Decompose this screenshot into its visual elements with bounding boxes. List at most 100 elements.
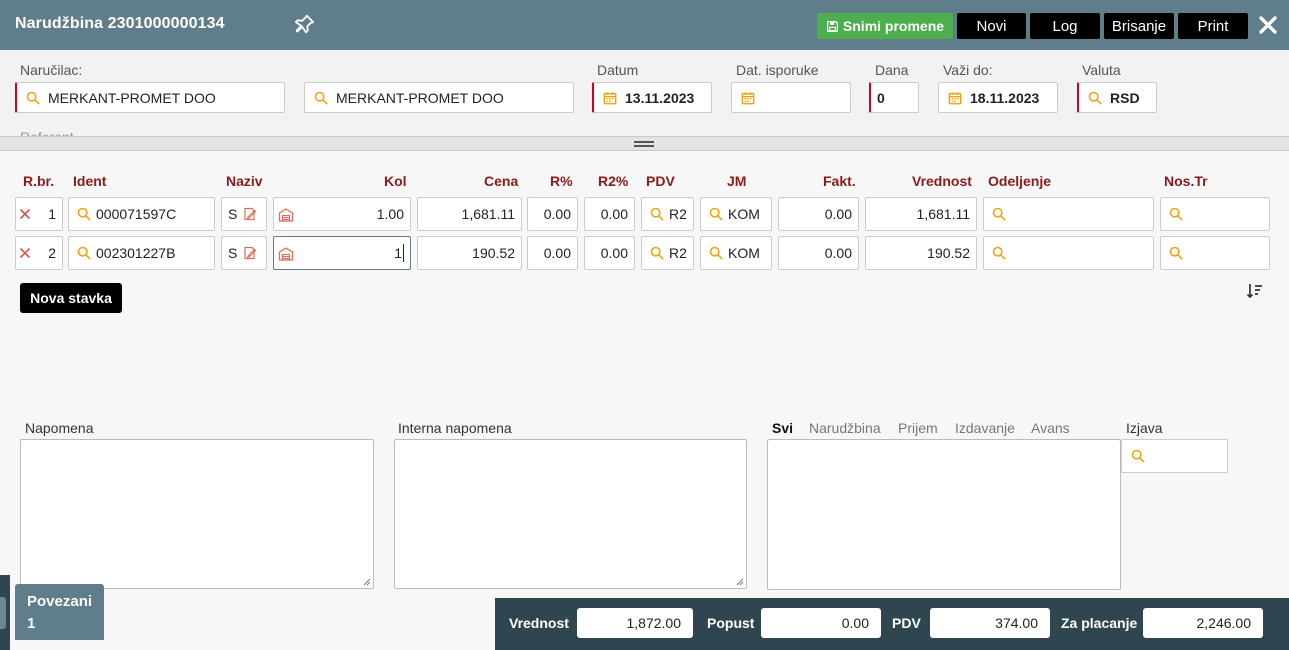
table-row-1-fakt[interactable]: 0.00 (778, 197, 859, 231)
table-row-2-jm[interactable]: KOM (700, 236, 772, 270)
search-icon (314, 91, 328, 104)
zaplacanje-label: Za placanje (1061, 615, 1138, 631)
new-button[interactable]: Novi (957, 13, 1026, 39)
panel-splitter[interactable] (0, 137, 1289, 151)
search-icon (1088, 91, 1102, 104)
tab-svi[interactable]: Svi (772, 420, 793, 436)
table-row-1-odeljenje[interactable] (983, 197, 1154, 231)
col-vrednost: Vrednost (912, 173, 972, 189)
search-icon (1131, 449, 1145, 463)
drag-handle-icon (634, 141, 654, 147)
search-icon (709, 246, 723, 260)
table-row-2-rbr: 2 (15, 236, 63, 270)
col-odeljenje: Odeljenje (988, 173, 1052, 189)
col-cena: Cena (484, 173, 519, 189)
table-row-1-ident[interactable]: 000071597C (68, 197, 215, 231)
napomena-textarea[interactable] (20, 439, 374, 589)
table-row-1-r[interactable]: 0.00 (527, 197, 578, 231)
izjava-field[interactable] (1121, 439, 1228, 473)
table-row-1-rbr: 1 (15, 197, 63, 231)
add-item-button[interactable]: Nova stavka (20, 283, 122, 313)
save-label: Snimi promene (842, 18, 945, 34)
side-panel-edge[interactable] (0, 575, 10, 650)
narucilac-field[interactable]: MERKANT-PROMET DOO (15, 82, 285, 113)
tab-avans[interactable]: Avans (1031, 420, 1070, 436)
log-button[interactable]: Log (1030, 13, 1100, 39)
dana-label: Dana (875, 62, 909, 78)
save-button[interactable]: Snimi promene (817, 13, 953, 39)
sort-icon[interactable] (1246, 282, 1264, 300)
order-header: Naručilac: MERKANT-PROMET DOO MERKANT-PR… (0, 50, 1289, 137)
totals-bar: Vrednost 1,872.00 Popust 0.00 PDV 374.00… (495, 598, 1289, 650)
narucilac-label: Naručilac: (20, 62, 83, 78)
calendar-icon (948, 91, 962, 104)
tab-prijem[interactable]: Prijem (898, 420, 938, 436)
valuta-label: Valuta (1082, 62, 1121, 78)
col-rbr: R.br. (23, 173, 55, 189)
table-row-1-jm[interactable]: KOM (700, 197, 772, 231)
delete-row-icon[interactable] (19, 208, 31, 220)
resize-handle-icon[interactable] (736, 578, 744, 586)
table-row-2-odeljenje[interactable] (983, 236, 1154, 270)
col-kol: Kol (384, 173, 407, 189)
referent-label-cutoff: Referent (20, 129, 74, 137)
interna-napomena-textarea[interactable] (394, 439, 747, 589)
table-row-2-pdv[interactable]: R2 (641, 236, 694, 270)
table-row-2-vrednost[interactable]: 190.52 (865, 236, 977, 270)
table-row-1-r2[interactable]: 0.00 (584, 197, 635, 231)
resize-handle-icon[interactable] (363, 578, 371, 586)
warehouse-icon[interactable] (278, 207, 294, 223)
izjava-label: Izjava (1126, 420, 1163, 436)
warehouse-icon[interactable] (278, 246, 294, 262)
table-row-2-r[interactable]: 0.00 (527, 236, 578, 270)
povezani-button[interactable]: Povezani 1 (15, 584, 104, 640)
text-cursor (403, 244, 404, 262)
table-row-2-naziv[interactable]: S (221, 236, 267, 270)
table-row-1-vrednost[interactable]: 1,681.11 (865, 197, 977, 231)
table-row-2-nostr[interactable] (1160, 236, 1270, 270)
zaplacanje-value: 2,246.00 (1143, 608, 1263, 638)
table-row-1-nostr[interactable] (1160, 197, 1270, 231)
vazi-label: Važi do: (943, 62, 993, 78)
table-row-1-naziv[interactable]: S (221, 197, 267, 231)
table-row-2-cena[interactable]: 190.52 (417, 236, 522, 270)
col-r2: R2% (598, 173, 629, 189)
search-icon (709, 207, 723, 221)
col-r: R% (550, 173, 573, 189)
col-pdv: PDV (646, 173, 675, 189)
table-row-2-fakt[interactable]: 0.00 (778, 236, 859, 270)
col-fakt: Fakt. (823, 173, 856, 189)
table-row-2-ident[interactable]: 002301227B (68, 236, 215, 270)
narucilac-second-field[interactable]: MERKANT-PROMET DOO (304, 82, 574, 113)
pin-icon[interactable] (294, 13, 316, 35)
table-row-2-kol[interactable]: 1 (273, 236, 411, 270)
table-row-2-r2[interactable]: 0.00 (584, 236, 635, 270)
povezani-count: 1 (27, 615, 36, 632)
valuta-field[interactable]: RSD (1077, 82, 1157, 113)
tab-izdavanje[interactable]: Izdavanje (955, 420, 1015, 436)
isporuka-field[interactable] (731, 82, 851, 113)
table-row-1-cena[interactable]: 1,681.11 (417, 197, 522, 231)
table-row-1-kol[interactable]: 1.00 (273, 197, 411, 231)
vazi-field[interactable]: 18.11.2023 (938, 82, 1058, 113)
dana-field[interactable]: 0 (869, 82, 919, 113)
napomena-label: Napomena (25, 420, 94, 436)
pdv-total-value: 374.00 (930, 608, 1050, 638)
edit-note-icon[interactable] (243, 207, 257, 221)
print-button[interactable]: Print (1178, 13, 1248, 39)
datum-field[interactable]: 13.11.2023 (592, 82, 712, 113)
side-panel-knob[interactable] (0, 597, 6, 629)
delete-row-icon[interactable] (19, 247, 31, 259)
edit-note-icon[interactable] (243, 246, 257, 260)
documents-list (767, 439, 1121, 590)
search-icon (77, 246, 91, 260)
close-icon[interactable] (1257, 14, 1279, 36)
delete-button[interactable]: Brisanje (1104, 13, 1174, 39)
search-icon (650, 207, 664, 221)
col-jm: JM (727, 173, 747, 189)
floppy-icon (826, 20, 838, 32)
calendar-icon (603, 91, 617, 104)
tab-narudzbina[interactable]: Narudžbina (809, 420, 881, 436)
search-icon (26, 91, 40, 104)
table-row-1-pdv[interactable]: R2 (641, 197, 694, 231)
